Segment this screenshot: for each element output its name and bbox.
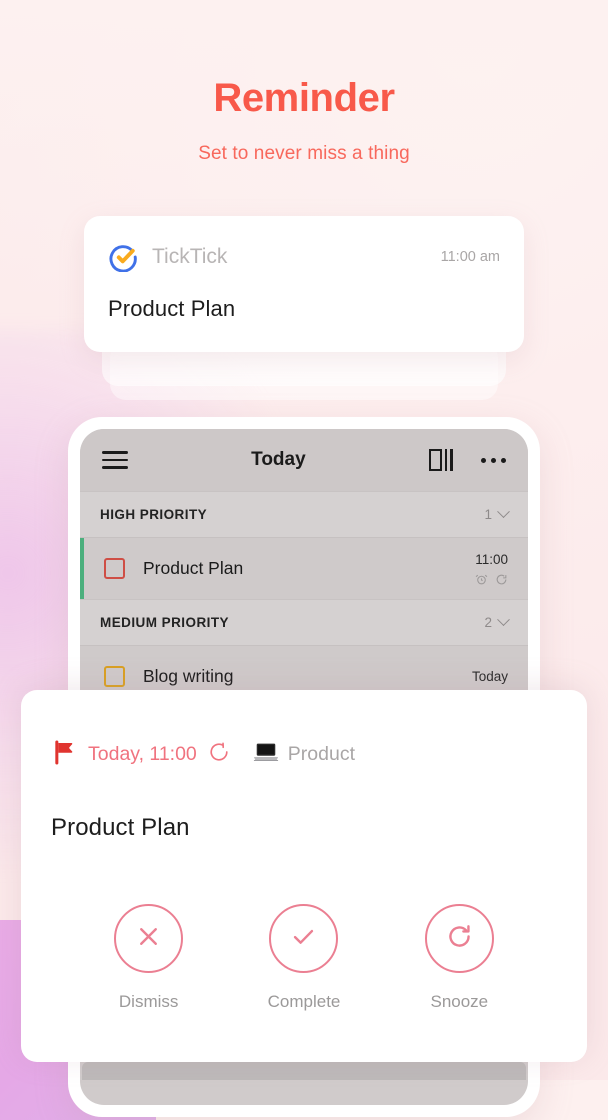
reminder-actions: Dismiss Complete Snooze	[51, 904, 557, 1012]
section-count: 2	[484, 615, 492, 630]
red-flag-icon	[51, 738, 79, 771]
snooze-button[interactable]: Snooze	[382, 904, 537, 1012]
dismiss-circle	[114, 904, 184, 973]
reminder-date: Today, 11:00	[88, 743, 197, 765]
column-view-icon[interactable]	[428, 449, 453, 471]
section-label: HIGH PRIORITY	[100, 507, 208, 522]
notification-body: Product Plan	[108, 296, 236, 321]
repeat-icon	[495, 573, 508, 586]
task-checkbox[interactable]	[104, 666, 125, 687]
task-checkbox[interactable]	[104, 558, 125, 579]
header: Reminder Set to never miss a thing	[0, 76, 608, 165]
chevron-down-icon[interactable]	[497, 613, 510, 627]
hamburger-menu-icon[interactable]	[102, 451, 128, 469]
notification-app-name: TickTick	[152, 245, 228, 268]
task-meta: Today	[472, 668, 508, 686]
priority-accent-bar	[80, 538, 84, 599]
refresh-icon	[445, 922, 474, 956]
repeat-icon	[208, 741, 230, 768]
page-title: Reminder	[213, 76, 395, 120]
task-title: Product Plan	[143, 558, 244, 578]
phone-bottom-strip	[82, 1062, 526, 1080]
notification-header: TickTick 11:00 am	[108, 242, 500, 273]
notification-stack: TickTick 11:00 am Product Plan	[84, 216, 524, 400]
page-subtitle: Set to never miss a thing	[198, 143, 410, 164]
reminder-meta-row: Today, 11:00 Product	[51, 738, 557, 771]
notification-card[interactable]: TickTick 11:00 am Product Plan	[84, 216, 524, 352]
table-row[interactable]: Product Plan 11:00	[80, 537, 528, 599]
chevron-down-icon[interactable]	[497, 505, 510, 519]
reminder-sheet: Today, 11:00 Product Product Plan Dismis…	[21, 690, 587, 1062]
section-label: MEDIUM PRIORITY	[100, 615, 230, 630]
app-bar: Today	[80, 429, 528, 491]
task-meta-icons	[475, 573, 508, 586]
task-meta: 11:00	[475, 551, 508, 586]
check-icon	[289, 922, 318, 956]
dismiss-label: Dismiss	[118, 992, 179, 1011]
alarm-clock-icon	[475, 573, 488, 586]
section-header-medium-priority[interactable]: MEDIUM PRIORITY 2	[80, 599, 528, 645]
ticktick-logo-icon	[108, 242, 138, 273]
more-options-icon[interactable]	[481, 457, 506, 463]
dismiss-button[interactable]: Dismiss	[71, 904, 226, 1012]
task-title: Blog writing	[143, 666, 234, 686]
notification-time: 11:00 am	[440, 249, 500, 265]
complete-circle	[269, 904, 339, 973]
snooze-label: Snooze	[430, 992, 489, 1011]
complete-button[interactable]: Complete	[226, 904, 381, 1012]
reminder-project: Product	[287, 743, 355, 765]
laptop-icon	[253, 741, 279, 768]
complete-label: Complete	[267, 992, 341, 1011]
reminder-title: Product Plan	[51, 814, 190, 841]
section-count: 1	[484, 507, 492, 522]
snooze-circle	[424, 904, 494, 973]
task-time: Today	[471, 668, 508, 684]
app-bar-title: Today	[251, 449, 306, 470]
close-icon	[134, 922, 163, 956]
section-header-high-priority[interactable]: HIGH PRIORITY 1	[80, 491, 528, 537]
task-time: 11:00	[475, 552, 508, 567]
